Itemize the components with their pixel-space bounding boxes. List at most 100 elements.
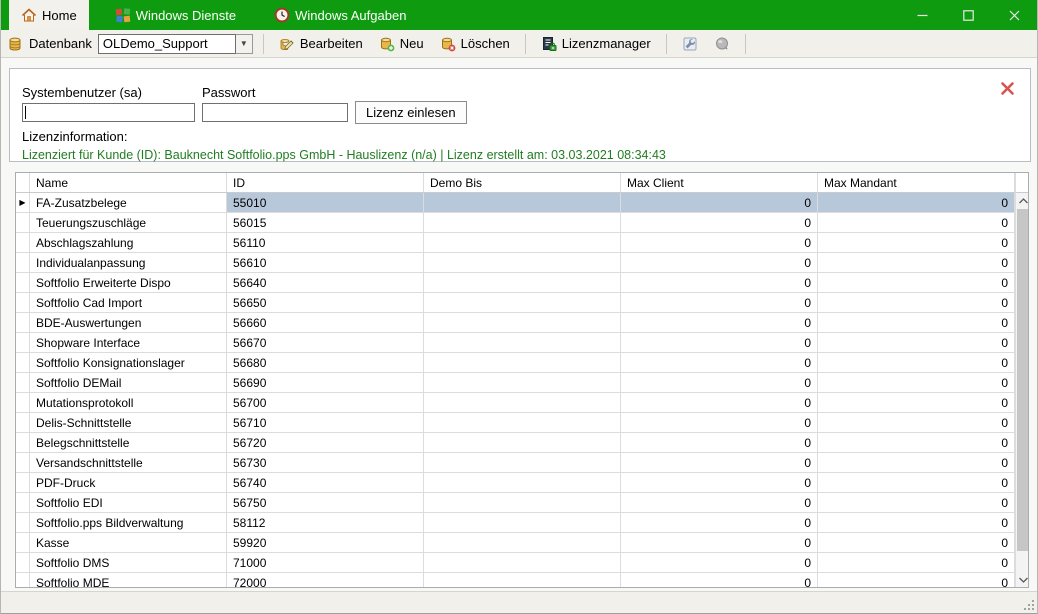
cell-max-mandant[interactable]: 0 xyxy=(818,433,1015,452)
column-header-name[interactable]: Name xyxy=(30,173,227,192)
resize-grip-icon[interactable] xyxy=(1023,599,1035,611)
cell-name[interactable]: BDE-Auswertungen xyxy=(30,313,227,332)
column-header-max-client[interactable]: Max Client xyxy=(621,173,818,192)
cell-max-client[interactable]: 0 xyxy=(621,433,818,452)
cell-max-mandant[interactable]: 0 xyxy=(818,213,1015,232)
cell-demo-bis[interactable] xyxy=(424,493,621,512)
cell-id[interactable]: 71000 xyxy=(227,553,424,572)
cell-name[interactable]: Softfolio EDI xyxy=(30,493,227,512)
cell-name[interactable]: Individualanpassung xyxy=(30,253,227,272)
cell-id[interactable]: 56660 xyxy=(227,313,424,332)
systembenutzer-input[interactable] xyxy=(22,103,195,122)
cell-demo-bis[interactable] xyxy=(424,233,621,252)
cell-id[interactable]: 56700 xyxy=(227,393,424,412)
cell-demo-bis[interactable] xyxy=(424,473,621,492)
cell-max-client[interactable]: 0 xyxy=(621,413,818,432)
cell-max-mandant[interactable]: 0 xyxy=(818,493,1015,512)
cell-demo-bis[interactable] xyxy=(424,513,621,532)
cell-max-client[interactable]: 0 xyxy=(621,333,818,352)
cell-max-client[interactable]: 0 xyxy=(621,313,818,332)
cell-id[interactable]: 56750 xyxy=(227,493,424,512)
search-globe-button[interactable] xyxy=(709,34,735,54)
cell-demo-bis[interactable] xyxy=(424,313,621,332)
cell-name[interactable]: Teuerungszuschläge xyxy=(30,213,227,232)
lizenzmanager-button[interactable]: Lizenzmanager xyxy=(536,34,656,54)
database-combobox-value[interactable]: OLDemo_Support xyxy=(98,34,236,54)
cell-max-client[interactable]: 0 xyxy=(621,193,818,212)
cell-max-client[interactable]: 0 xyxy=(621,553,818,572)
cell-max-client[interactable]: 0 xyxy=(621,493,818,512)
tab-home[interactable]: Home xyxy=(9,0,89,30)
cell-demo-bis[interactable] xyxy=(424,573,621,587)
cell-demo-bis[interactable] xyxy=(424,453,621,472)
cell-max-mandant[interactable]: 0 xyxy=(818,393,1015,412)
cell-name[interactable]: Softfolio DMS xyxy=(30,553,227,572)
cell-max-mandant[interactable]: 0 xyxy=(818,293,1015,312)
cell-id[interactable]: 56670 xyxy=(227,333,424,352)
table-row[interactable]: Mutationsprotokoll 56700 0 0 xyxy=(16,393,1015,413)
cell-name[interactable]: FA-Zusatzbelege xyxy=(30,193,227,212)
passwort-input[interactable] xyxy=(202,103,348,122)
table-row[interactable]: Shopware Interface 56670 0 0 xyxy=(16,333,1015,353)
chevron-down-icon[interactable]: ▼ xyxy=(236,34,253,54)
cell-max-mandant[interactable]: 0 xyxy=(818,273,1015,292)
cell-id[interactable]: 56640 xyxy=(227,273,424,292)
cell-name[interactable]: Softfolio Erweiterte Dispo xyxy=(30,273,227,292)
cell-demo-bis[interactable] xyxy=(424,293,621,312)
cell-max-client[interactable]: 0 xyxy=(621,453,818,472)
scroll-up-icon[interactable] xyxy=(1016,193,1029,208)
cell-id[interactable]: 56650 xyxy=(227,293,424,312)
cell-name[interactable]: Softfolio.pps Bildverwaltung xyxy=(30,513,227,532)
cell-id[interactable]: 58112 xyxy=(227,513,424,532)
cell-id[interactable]: 56610 xyxy=(227,253,424,272)
cell-id[interactable]: 59920 xyxy=(227,533,424,552)
cell-demo-bis[interactable] xyxy=(424,553,621,572)
cell-id[interactable]: 56680 xyxy=(227,353,424,372)
cell-max-client[interactable]: 0 xyxy=(621,573,818,587)
cell-max-client[interactable]: 0 xyxy=(621,213,818,232)
neu-button[interactable]: Neu xyxy=(374,34,429,54)
table-row[interactable]: Individualanpassung 56610 0 0 xyxy=(16,253,1015,273)
cell-name[interactable]: Softfolio Konsignationslager xyxy=(30,353,227,372)
cell-max-client[interactable]: 0 xyxy=(621,273,818,292)
cell-id[interactable]: 56740 xyxy=(227,473,424,492)
column-header-demo-bis[interactable]: Demo Bis xyxy=(424,173,621,192)
cell-max-client[interactable]: 0 xyxy=(621,533,818,552)
vertical-scrollbar[interactable] xyxy=(1015,173,1029,587)
cell-max-client[interactable]: 0 xyxy=(621,233,818,252)
table-row[interactable]: Softfolio.pps Bildverwaltung 58112 0 0 xyxy=(16,513,1015,533)
scrollbar-track[interactable] xyxy=(1016,208,1029,572)
table-row[interactable]: Softfolio Cad Import 56650 0 0 xyxy=(16,293,1015,313)
cell-id[interactable]: 56720 xyxy=(227,433,424,452)
table-row[interactable]: Versandschnittstelle 56730 0 0 xyxy=(16,453,1015,473)
lizenz-einlesen-button[interactable]: Lizenz einlesen xyxy=(355,101,467,124)
cell-max-mandant[interactable]: 0 xyxy=(818,233,1015,252)
cell-max-client[interactable]: 0 xyxy=(621,393,818,412)
cell-max-client[interactable]: 0 xyxy=(621,253,818,272)
column-header-id[interactable]: ID xyxy=(227,173,424,192)
cell-name[interactable]: Softfolio MDE xyxy=(30,573,227,587)
cell-max-mandant[interactable]: 0 xyxy=(818,553,1015,572)
cell-max-client[interactable]: 0 xyxy=(621,353,818,372)
cell-name[interactable]: Belegschnittstelle xyxy=(30,433,227,452)
cell-demo-bis[interactable] xyxy=(424,533,621,552)
cell-max-client[interactable]: 0 xyxy=(621,373,818,392)
cell-id[interactable]: 56110 xyxy=(227,233,424,252)
tab-windows-dienste[interactable]: Windows Dienste xyxy=(103,0,248,30)
cell-name[interactable]: Kasse xyxy=(30,533,227,552)
close-button[interactable] xyxy=(991,0,1037,30)
tab-windows-aufgaben[interactable]: Windows Aufgaben xyxy=(262,0,418,30)
cell-demo-bis[interactable] xyxy=(424,433,621,452)
cell-max-mandant[interactable]: 0 xyxy=(818,333,1015,352)
cell-max-client[interactable]: 0 xyxy=(621,293,818,312)
cell-demo-bis[interactable] xyxy=(424,333,621,352)
cell-max-mandant[interactable]: 0 xyxy=(818,413,1015,432)
bearbeiten-button[interactable]: Bearbeiten xyxy=(274,34,368,54)
scrollbar-thumb[interactable] xyxy=(1017,209,1029,551)
cell-max-mandant[interactable]: 0 xyxy=(818,453,1015,472)
cell-max-mandant[interactable]: 0 xyxy=(818,373,1015,392)
cell-name[interactable]: Mutationsprotokoll xyxy=(30,393,227,412)
cell-max-mandant[interactable]: 0 xyxy=(818,313,1015,332)
cell-demo-bis[interactable] xyxy=(424,353,621,372)
cell-max-client[interactable]: 0 xyxy=(621,473,818,492)
